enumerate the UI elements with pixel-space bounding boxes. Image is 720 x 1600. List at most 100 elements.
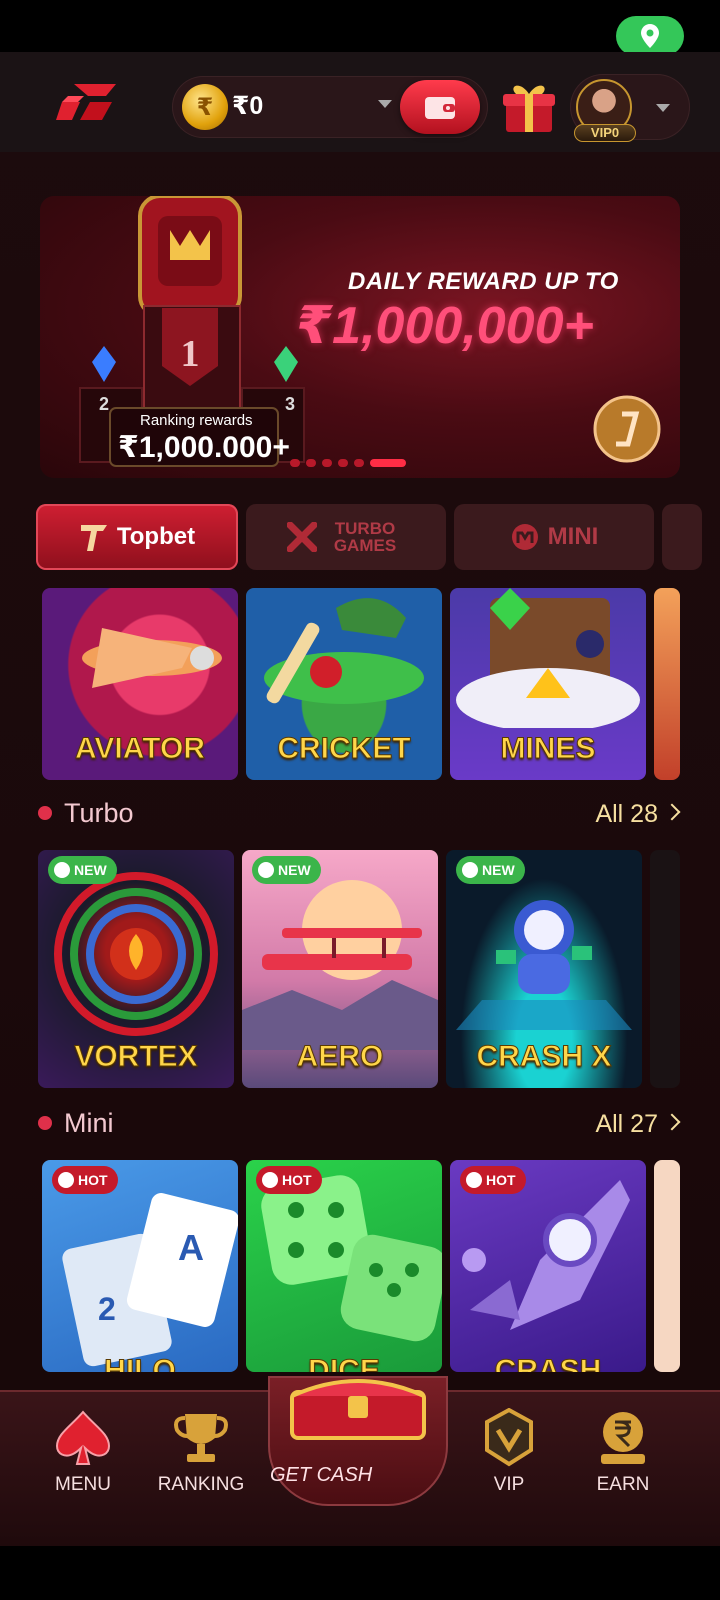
carousel-dot[interactable] — [306, 459, 316, 467]
chevron-right-icon[interactable] — [663, 803, 681, 821]
podium-third-place: 3 — [285, 394, 295, 414]
view-all-link[interactable]: All 28 — [595, 800, 658, 829]
gift-icon[interactable] — [500, 78, 558, 136]
chest-icon — [290, 1379, 426, 1440]
vip-level-badge: VIP0 — [574, 124, 636, 142]
star-icon — [462, 862, 478, 878]
tab-label: MINI — [547, 523, 599, 550]
tab-more-partial[interactable] — [662, 504, 702, 570]
badge-label: HOT — [282, 1172, 312, 1188]
ranking-rewards-value: ₹1,000.000+ — [118, 431, 290, 464]
mini-logo-icon — [511, 524, 538, 550]
game-title: AVIATOR — [74, 732, 205, 766]
podium-second-place: 2 — [99, 394, 109, 414]
new-badge: NEW — [252, 856, 321, 884]
star-icon — [54, 862, 70, 878]
nav-label: VIP — [493, 1474, 525, 1495]
game-card-vortex[interactable]: NEW VORTEX — [38, 850, 234, 1088]
banner-headline: DAILY REWARD UP TO — [348, 268, 619, 295]
nav-get-cash[interactable]: GET CASH — [268, 1376, 448, 1506]
system-navigation-bar — [0, 1546, 720, 1600]
game-card-aero[interactable]: NEW AERO — [242, 850, 438, 1088]
game-title: CRICKET — [277, 732, 411, 766]
game-card-partial[interactable] — [650, 850, 680, 1088]
carousel-dot[interactable] — [354, 459, 364, 467]
nav-label: GET CASH — [270, 1464, 373, 1486]
cricket-illustration — [264, 598, 424, 704]
vip-icon — [485, 1408, 533, 1467]
topbet-logo-icon — [80, 525, 107, 551]
tab-topbet[interactable]: Topbet — [36, 504, 238, 570]
podium-first-place: 1 — [181, 333, 200, 375]
nav-earn[interactable]: EARN — [568, 1408, 678, 1508]
location-icon — [641, 24, 659, 48]
turbo-games-row: NEW VORTEX NEW AERO NEW CRASH X — [38, 850, 718, 1088]
hot-badge: HOT — [256, 1166, 322, 1194]
flame-icon — [466, 1172, 482, 1188]
game-card-hilo[interactable]: A 2 HOT HILO — [42, 1160, 238, 1372]
chevron-down-icon[interactable] — [378, 100, 392, 108]
logo-icon[interactable] — [54, 80, 124, 124]
app-screen: ₹ ₹0 VIP0 1 2 3 Ranking rewards ₹1,000.0… — [0, 52, 720, 1546]
flame-icon — [58, 1172, 74, 1188]
section-title: Mini — [64, 1108, 114, 1138]
turbo-x-icon — [287, 522, 317, 552]
carousel-indicator[interactable] — [290, 458, 406, 468]
game-title: CRASH — [494, 1354, 602, 1373]
tab-label: TURBO GAMES — [333, 519, 397, 555]
game-title: DICE — [308, 1354, 381, 1373]
game-card-dice[interactable]: HOT DICE — [246, 1160, 442, 1372]
banner-amount: ₹1,000,000+ — [296, 297, 594, 355]
balance-amount: ₹0 — [232, 92, 264, 120]
badge-label: HOT — [78, 1172, 108, 1188]
star-icon — [258, 862, 274, 878]
nav-vip[interactable]: VIP — [454, 1408, 564, 1508]
game-card-cricket[interactable]: CRICKET — [246, 588, 442, 780]
spade-icon — [55, 1410, 111, 1465]
game-card-partial[interactable] — [654, 1160, 680, 1372]
featured-games-row: AVIATOR CRICKET MINES — [40, 588, 720, 780]
status-bar — [0, 0, 720, 56]
nav-label: EARN — [596, 1474, 650, 1495]
location-indicator — [616, 16, 684, 56]
game-title: VORTEX — [74, 1040, 198, 1074]
game-card-aviator[interactable]: AVIATOR — [42, 588, 238, 780]
tab-turbo-games[interactable]: TURBO GAMES — [246, 504, 446, 570]
view-all-link[interactable]: All 27 — [595, 1110, 658, 1139]
game-card-crash-x[interactable]: NEW CRASH X — [446, 850, 642, 1088]
top-header: ₹ ₹0 VIP0 — [0, 52, 720, 152]
game-card-mines[interactable]: MINES — [450, 588, 646, 780]
profile-menu[interactable]: VIP0 — [570, 74, 690, 142]
svg-text:2: 2 — [98, 1291, 116, 1327]
badge-label: HOT — [486, 1172, 516, 1188]
carousel-dot-active[interactable] — [370, 459, 406, 467]
new-badge: NEW — [48, 856, 117, 884]
provider-tabs: Topbet TURBO GAMES MINI — [0, 504, 720, 574]
svg-text:A: A — [178, 1227, 204, 1268]
game-card-crash[interactable]: HOT CRASH — [450, 1160, 646, 1372]
trophy-icon — [174, 1414, 228, 1462]
carousel-dot[interactable] — [322, 459, 332, 467]
chevron-right-icon[interactable] — [663, 1113, 681, 1131]
carousel-dot[interactable] — [338, 459, 348, 467]
bottom-navigation: MENU RANKING GET CASH VIP EARN — [0, 1376, 720, 1546]
coin-icon: ₹ — [182, 84, 228, 130]
ranking-rewards-label: Ranking rewards — [140, 412, 253, 429]
mines-illustration — [456, 588, 640, 728]
promo-banner[interactable]: 1 2 3 Ranking rewards ₹1,000.000+ DAILY … — [40, 196, 680, 478]
carousel-dot[interactable] — [290, 459, 300, 467]
game-title: AERO — [296, 1040, 384, 1074]
tab-mini[interactable]: MINI — [454, 504, 654, 570]
game-card-partial[interactable] — [654, 588, 680, 780]
game-title: MINES — [500, 732, 596, 766]
chevron-down-icon[interactable] — [656, 104, 670, 112]
section-header-mini: Mini All 27 — [38, 1104, 682, 1144]
rupee-icon — [601, 1412, 645, 1464]
nav-menu[interactable]: MENU — [28, 1408, 138, 1508]
section-title: Turbo — [64, 798, 134, 828]
wallet-button[interactable] — [400, 80, 480, 134]
balance-selector[interactable]: ₹ ₹0 — [172, 76, 488, 138]
badge-label: NEW — [74, 862, 107, 878]
nav-ranking[interactable]: RANKING — [146, 1408, 256, 1508]
tab-label: Topbet — [116, 523, 196, 550]
